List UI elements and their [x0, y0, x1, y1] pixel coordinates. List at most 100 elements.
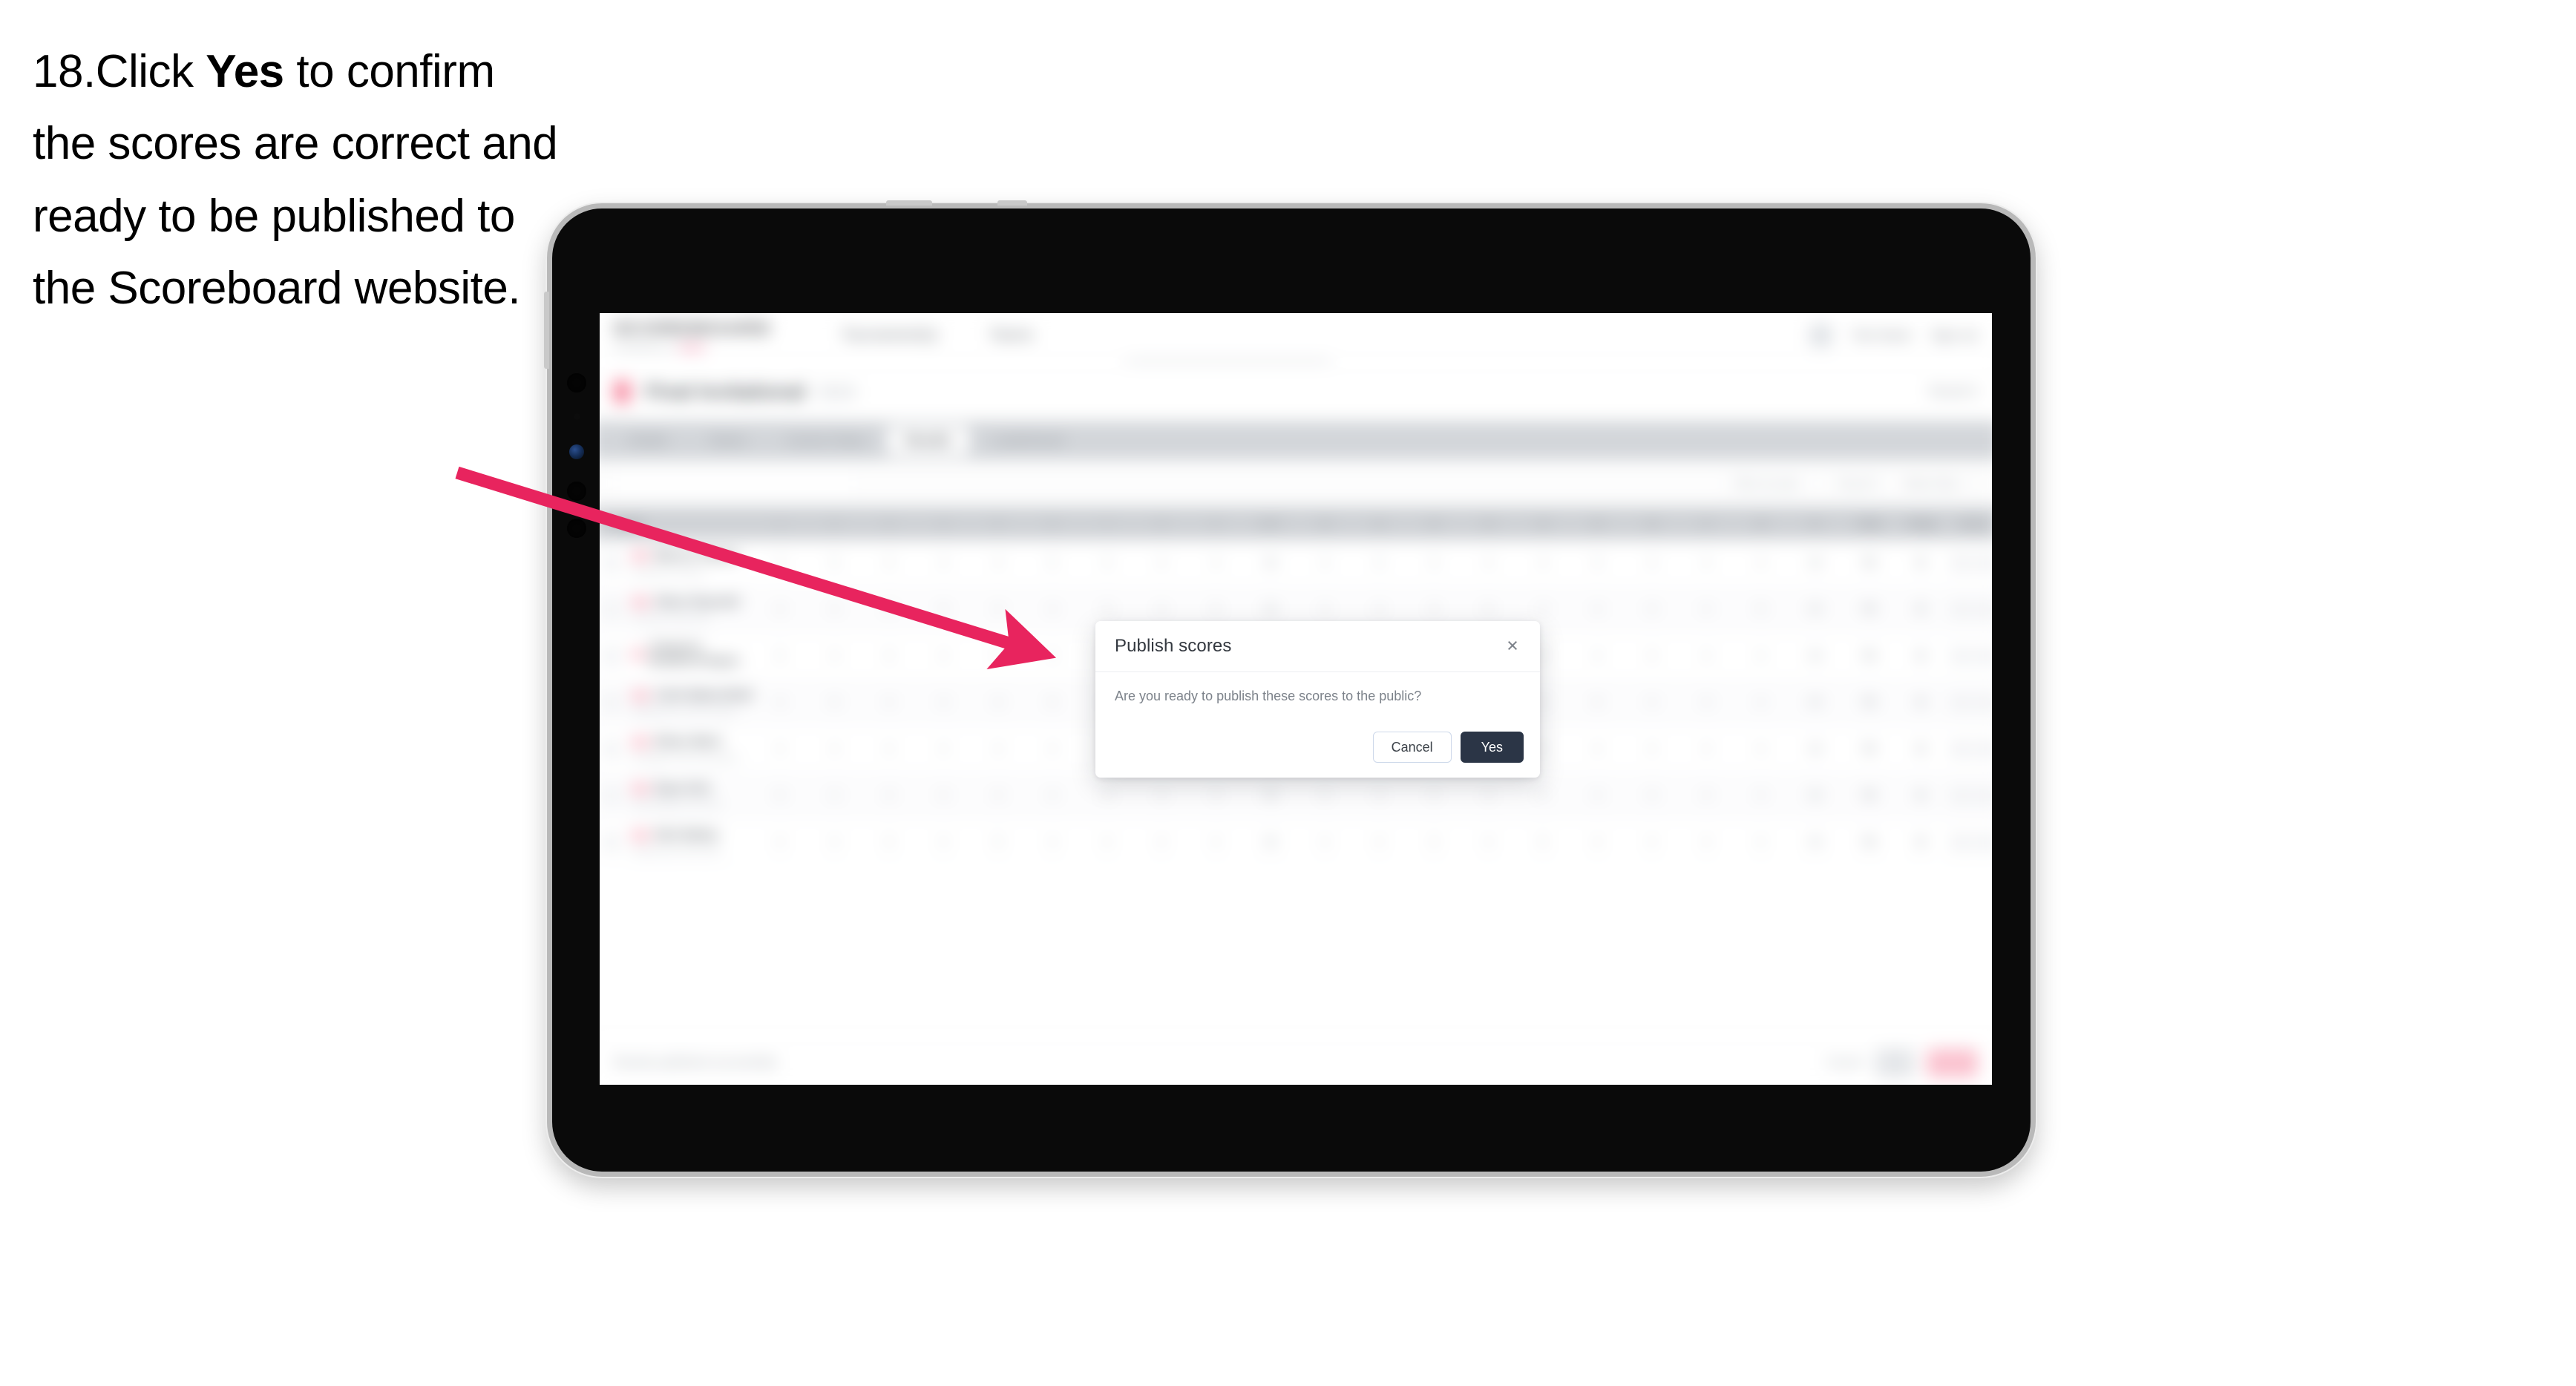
tab-teams[interactable]: Teams — [690, 427, 764, 455]
score-cell[interactable]: 4 — [862, 743, 916, 755]
score-cell[interactable]: 4 — [1679, 602, 1733, 615]
score-cell[interactable]: 5 — [753, 649, 807, 662]
score-cell[interactable]: 5 — [1570, 696, 1625, 709]
row-checkbox-cell[interactable] — [600, 554, 632, 571]
score-cell[interactable]: 4 — [1625, 696, 1679, 709]
score-cell[interactable]: 3 — [1625, 789, 1679, 801]
score-cell[interactable]: 5 — [971, 835, 1025, 848]
score-cell[interactable]: 4 — [807, 789, 862, 801]
score-cell[interactable]: 4 — [1734, 835, 1788, 848]
score-cell[interactable]: 4 — [1297, 602, 1351, 615]
score-cell[interactable]: 4 — [1134, 556, 1188, 569]
row-checkbox-cell[interactable] — [600, 647, 632, 664]
score-cell[interactable]: 5 — [1515, 835, 1570, 848]
score-cell[interactable]: 4 — [1025, 743, 1079, 755]
score-cell[interactable]: 4 — [1734, 556, 1788, 569]
score-cell[interactable]: 5 — [1025, 556, 1079, 569]
score-cell[interactable]: 4 — [1734, 696, 1788, 709]
checkbox-icon[interactable] — [603, 554, 620, 571]
avatar[interactable] — [1809, 323, 1832, 346]
score-cell[interactable]: 4 — [1461, 835, 1515, 848]
score-cell[interactable]: 4 — [1025, 649, 1079, 662]
score-cell[interactable]: 5 — [1297, 789, 1351, 801]
score-cell[interactable]: 3 — [1625, 556, 1679, 569]
score-cell[interactable]: 4 — [807, 602, 862, 615]
score-cell[interactable]: 4 — [1679, 743, 1733, 755]
footer-publish-button[interactable] — [1927, 1048, 1978, 1077]
score-cell[interactable]: 36 — [1243, 789, 1297, 801]
score-cell[interactable]: 4 — [1679, 649, 1733, 662]
nav-item-tournaments[interactable]: Tournament(s) — [841, 326, 937, 344]
table-row[interactable]: Nick Bailey Harborview Golf Links 4 4 3 4 5 4 4 4… — [600, 819, 1992, 866]
score-cell[interactable]: 5 — [1461, 602, 1515, 615]
row-checkbox-cell[interactable] — [600, 694, 632, 711]
score-cell[interactable]: 4 — [1515, 789, 1570, 801]
score-cell[interactable]: 4 — [1679, 835, 1733, 848]
score-cell[interactable]: 3 — [971, 696, 1025, 709]
score-cell[interactable]: 36 — [1788, 696, 1842, 709]
score-cell[interactable]: 4 — [917, 696, 971, 709]
nav-item-teams[interactable]: Teams — [989, 326, 1034, 344]
score-cell[interactable]: 3 — [1080, 789, 1134, 801]
score-cell[interactable]: 4 — [1352, 835, 1406, 848]
score-cell[interactable]: 4 — [1734, 649, 1788, 662]
filter-round-select[interactable]: Round 3 — [1824, 470, 1892, 496]
score-cell[interactable]: 5 — [753, 789, 807, 801]
score-cell[interactable]: 4 — [1025, 789, 1079, 801]
score-cell[interactable]: 3 — [1406, 556, 1461, 569]
score-cell[interactable]: 5 — [807, 696, 862, 709]
score-cell[interactable]: 4 — [917, 649, 971, 662]
score-cell[interactable]: 4 — [753, 835, 807, 848]
score-cell[interactable]: 4 — [807, 743, 862, 755]
score-cell[interactable]: 4 — [1570, 743, 1625, 755]
score-cell[interactable]: 4 — [1515, 602, 1570, 615]
score-cell[interactable]: 3 — [1625, 649, 1679, 662]
score-cell[interactable]: 4 — [862, 696, 916, 709]
row-checkbox-cell[interactable] — [600, 833, 632, 850]
tab-course-setup[interactable]: Course Setup — [769, 427, 883, 455]
score-cell[interactable]: 4 — [1297, 835, 1351, 848]
score-cell[interactable]: 4 — [1570, 789, 1625, 801]
tab-results[interactable]: Results — [887, 426, 970, 456]
score-cell[interactable]: 4 — [1134, 835, 1188, 848]
score-cell[interactable]: 4 — [1625, 743, 1679, 755]
footer-save-button[interactable] — [1875, 1048, 1915, 1077]
checkbox-icon[interactable] — [603, 600, 620, 618]
score-cell[interactable]: 36 — [1788, 602, 1842, 615]
score-cell[interactable]: 4 — [1461, 789, 1515, 801]
yes-button[interactable]: Yes — [1460, 732, 1524, 763]
row-checkbox-cell[interactable] — [600, 786, 632, 804]
filter-team-select[interactable]: Filter by team — [1720, 470, 1814, 496]
score-cell[interactable]: 4 — [1025, 835, 1079, 848]
score-cell[interactable]: 3 — [1625, 602, 1679, 615]
score-cell[interactable]: 3 — [862, 649, 916, 662]
score-cell[interactable]: 36 — [1243, 835, 1297, 848]
score-cell[interactable]: 3 — [1406, 602, 1461, 615]
score-cell[interactable]: 4 — [753, 743, 807, 755]
score-cell[interactable]: 5 — [1734, 602, 1788, 615]
score-cell[interactable]: 4 — [1352, 602, 1406, 615]
score-cell[interactable]: 3 — [862, 556, 916, 569]
score-cell[interactable]: 4 — [1134, 789, 1188, 801]
score-cell[interactable]: 4 — [1570, 602, 1625, 615]
score-cell[interactable]: 4 — [917, 835, 971, 848]
search-input[interactable] — [611, 470, 859, 496]
row-checkbox-cell[interactable] — [600, 740, 632, 758]
score-cell[interactable]: 4 — [971, 743, 1025, 755]
tab-leaderboard[interactable]: Leaderboard — [974, 427, 1082, 455]
score-cell[interactable]: 4 — [1570, 835, 1625, 848]
score-cell[interactable]: 36 — [1243, 602, 1297, 615]
user-name-label[interactable]: Tom Davis — [1852, 328, 1911, 343]
score-cell[interactable]: 4 — [1406, 789, 1461, 801]
score-cell[interactable]: 4 — [1679, 789, 1733, 801]
team-only-toggle[interactable]: Team Only — [1903, 475, 1981, 492]
score-cell[interactable]: 4 — [1134, 602, 1188, 615]
score-cell[interactable]: 4 — [1570, 649, 1625, 662]
cancel-button[interactable]: Cancel — [1372, 732, 1452, 763]
score-cell[interactable]: 4 — [1080, 835, 1134, 848]
score-cell[interactable]: 3 — [1080, 556, 1134, 569]
score-cell[interactable]: 4 — [1734, 789, 1788, 801]
score-cell[interactable]: 36 — [1788, 835, 1842, 848]
score-cell[interactable]: 4 — [917, 556, 971, 569]
score-cell[interactable]: 36 — [1788, 743, 1842, 755]
